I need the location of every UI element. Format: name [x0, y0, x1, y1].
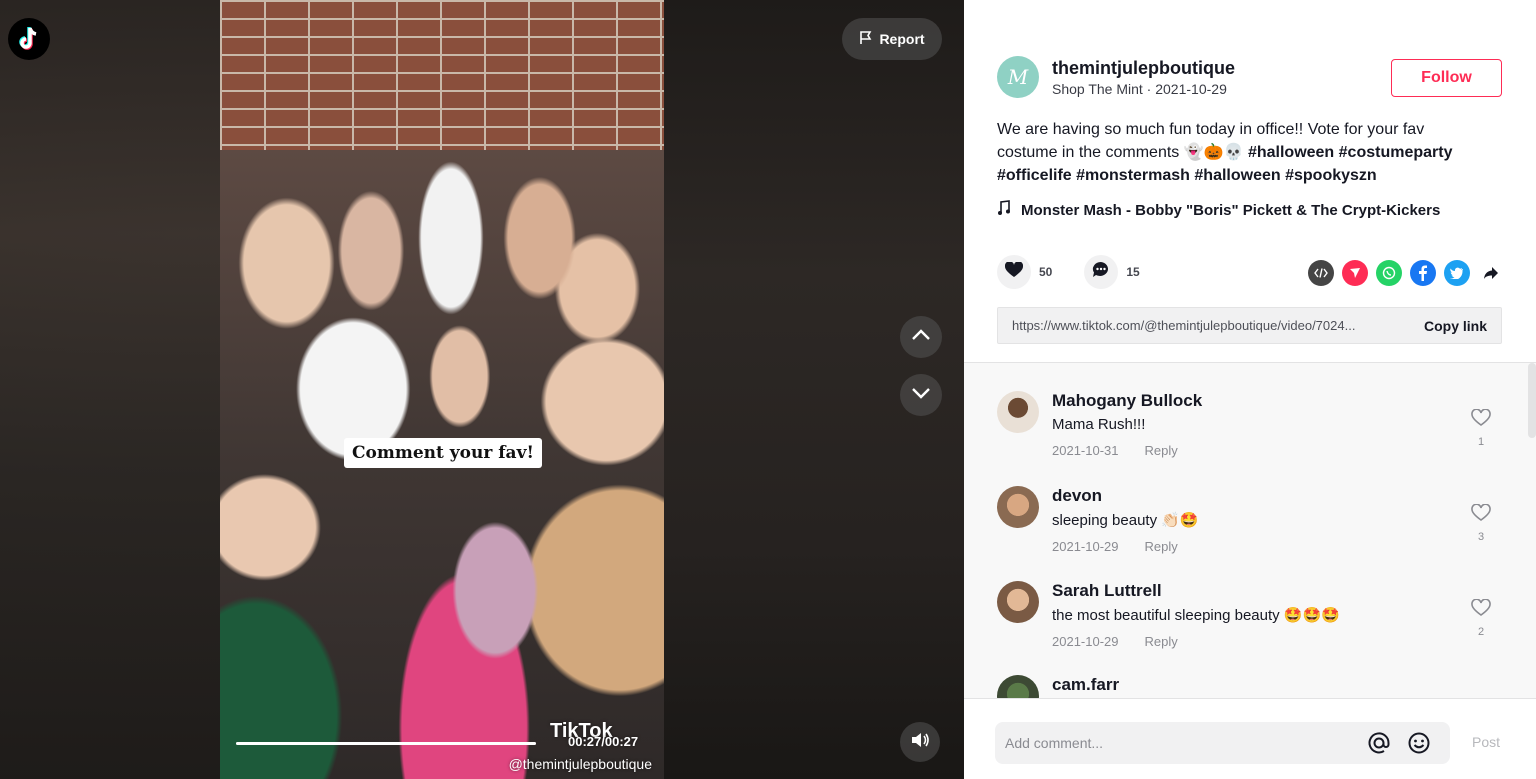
video-progress-bar[interactable]: [236, 742, 536, 745]
comment-like-count: 1: [1477, 436, 1485, 448]
report-button[interactable]: Report: [842, 18, 942, 60]
comment-list[interactable]: Mahogany Bullock Mama Rush!!! 2021-10-31…: [964, 362, 1536, 698]
comment-like[interactable]: 2: [1469, 598, 1493, 638]
heart-outline-icon: [1471, 408, 1491, 431]
comment-author[interactable]: Sarah Luttrell: [1052, 581, 1340, 601]
at-icon[interactable]: [1367, 731, 1391, 760]
author-subtitle: Shop The Mint · 2021-10-29: [1052, 81, 1227, 97]
author-info[interactable]: M themintjulepboutique Shop The Mint · 2…: [997, 56, 1235, 98]
heart-icon: [1004, 260, 1024, 283]
tiktok-logo-icon[interactable]: [8, 18, 50, 60]
reply-button[interactable]: Reply: [1145, 539, 1178, 554]
heart-outline-icon: [1471, 503, 1491, 526]
twitter-icon[interactable]: [1444, 260, 1470, 286]
report-label: Report: [879, 31, 925, 47]
emoji-icon[interactable]: [1407, 731, 1431, 760]
detail-panel: M themintjulepboutique Shop The Mint · 2…: [964, 0, 1536, 779]
share-arrow-icon[interactable]: [1478, 260, 1504, 286]
post-description: We are having so much fun today in offic…: [997, 118, 1487, 187]
facebook-icon[interactable]: [1410, 260, 1436, 286]
follow-button[interactable]: Follow: [1391, 59, 1502, 97]
embed-icon[interactable]: [1308, 260, 1334, 286]
comment-author[interactable]: Mahogany Bullock: [1052, 391, 1202, 411]
copy-link-button[interactable]: Copy link: [1424, 318, 1487, 334]
comment-text: the most beautiful sleeping beauty 🤩🤩🤩: [1052, 607, 1340, 624]
author-avatar[interactable]: M: [997, 56, 1039, 98]
comment-like-count: 3: [1477, 531, 1485, 543]
comment-bar: Post: [964, 698, 1536, 779]
comment-date: 2021-10-29: [1052, 539, 1119, 554]
comment-avatar[interactable]: [997, 675, 1039, 698]
comment-button[interactable]: [1084, 255, 1119, 289]
whatsapp-icon[interactable]: [1376, 260, 1402, 286]
comment-date: 2021-10-31: [1052, 443, 1119, 458]
comment-scrollbar[interactable]: [1528, 363, 1536, 438]
video-progress-fill: [236, 742, 536, 745]
video-watermark-user: @themintjulepboutique: [508, 756, 652, 772]
background-blur-left: [0, 0, 220, 779]
comment-text: Mama Rush!!!: [1052, 416, 1146, 433]
author-name[interactable]: themintjulepboutique: [1052, 57, 1235, 79]
comment-date: 2021-10-29: [1052, 634, 1119, 649]
flag-icon: [859, 30, 873, 48]
send-icon[interactable]: [1342, 260, 1368, 286]
video-stage: Comment your fav! TikTok 00:27/00:27 @th…: [0, 0, 964, 779]
like-count: 50: [1039, 265, 1053, 279]
reply-button[interactable]: Reply: [1145, 443, 1178, 458]
chevron-down-icon: [911, 386, 931, 404]
volume-icon: [910, 731, 930, 754]
music-link[interactable]: Monster Mash - Bobby "Boris" Pickett & T…: [997, 200, 1440, 220]
share-link-box: https://www.tiktok.com/@themintjulepbout…: [997, 307, 1502, 344]
music-note-icon: [997, 200, 1011, 220]
video-time: 00:27/00:27: [568, 734, 639, 749]
comment-icon: [1092, 261, 1110, 283]
comment-like-count: 2: [1477, 626, 1485, 638]
heart-outline-icon: [1471, 598, 1491, 621]
video-player[interactable]: Comment your fav! TikTok 00:27/00:27 @th…: [220, 0, 664, 779]
video-caption-sticker: Comment your fav!: [344, 438, 542, 468]
comment-like[interactable]: 1: [1469, 408, 1493, 448]
comment-author[interactable]: devon: [1052, 486, 1199, 506]
music-title: Monster Mash - Bobby "Boris" Pickett & T…: [1021, 201, 1441, 219]
comment-author[interactable]: cam.farr: [1052, 675, 1119, 695]
engagement-stats: 50 15: [997, 255, 1172, 289]
post-button[interactable]: Post: [1472, 734, 1500, 750]
share-buttons: [1308, 260, 1504, 286]
next-video-button[interactable]: [900, 374, 942, 416]
chevron-up-icon: [911, 328, 931, 346]
comment-avatar[interactable]: [997, 486, 1039, 528]
share-link-url[interactable]: https://www.tiktok.com/@themintjulepbout…: [1012, 318, 1412, 333]
comment-avatar[interactable]: [997, 391, 1039, 433]
volume-button[interactable]: [900, 722, 940, 762]
reply-button[interactable]: Reply: [1145, 634, 1178, 649]
comment-count: 15: [1126, 265, 1140, 279]
comment-like[interactable]: 3: [1469, 503, 1493, 543]
comment-text: sleeping beauty 👏🏻🤩: [1052, 512, 1199, 529]
previous-video-button[interactable]: [900, 316, 942, 358]
comment-avatar[interactable]: [997, 581, 1039, 623]
like-button[interactable]: [997, 255, 1031, 289]
